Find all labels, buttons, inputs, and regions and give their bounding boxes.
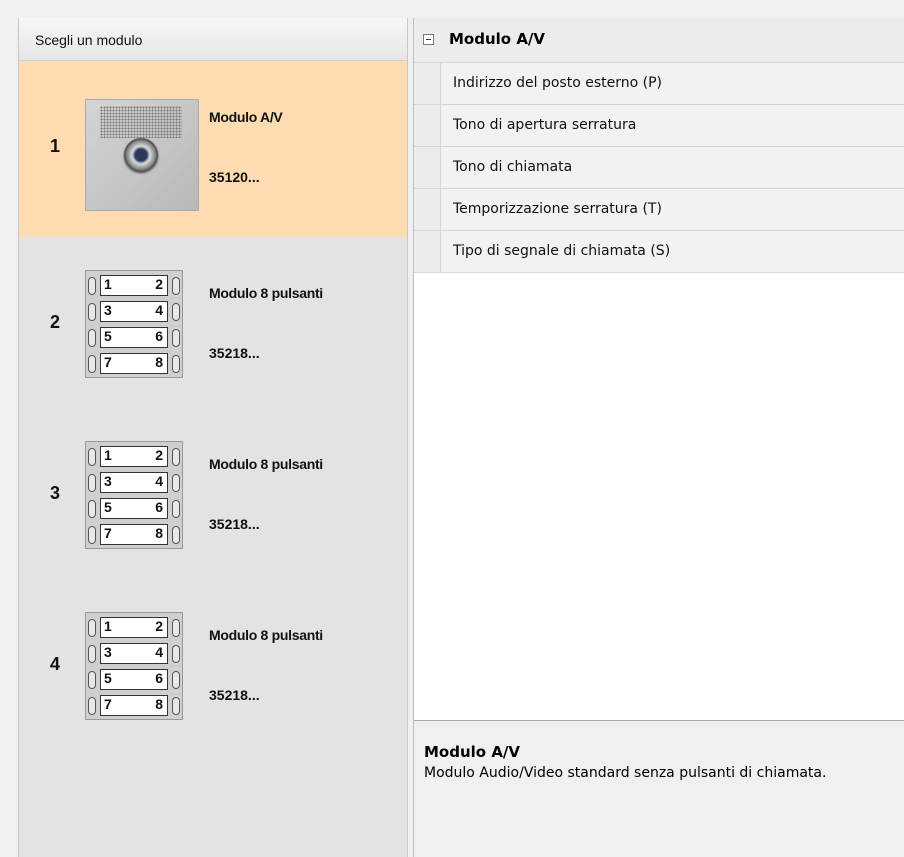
module-number: 1 <box>50 136 61 156</box>
button-label: 1 <box>104 276 112 292</box>
property-row[interactable]: Tono di chiamata <box>414 147 904 189</box>
eight-button-module-icon: 12 34 56 78 <box>85 270 183 378</box>
button-pair-row: 78 <box>86 351 182 376</box>
button-label: 7 <box>104 525 112 541</box>
audio-video-module-icon <box>85 99 199 211</box>
module-name: Modulo A/V <box>209 109 283 125</box>
module-code: 35120... <box>209 169 260 185</box>
property-row[interactable]: Temporizzazione serratura (T) <box>414 189 904 231</box>
property-grid: Modulo A/V Indirizzo del posto esterno (… <box>414 18 904 721</box>
button-label: 8 <box>155 525 163 541</box>
button-label: 5 <box>104 670 112 686</box>
property-row[interactable]: Indirizzo del posto esterno (P) <box>414 63 904 105</box>
button-label: 6 <box>155 328 163 344</box>
button-label: 1 <box>104 618 112 634</box>
button-label: 4 <box>155 473 163 489</box>
module-item-2[interactable]: 2 12 34 56 78 Modulo 8 pulsanti 35218... <box>19 237 407 413</box>
module-number: 4 <box>50 654 61 674</box>
button-label: 4 <box>155 644 163 660</box>
button-label: 3 <box>104 644 112 660</box>
button-pair-row: 34 <box>86 299 182 324</box>
description-text: Modulo Audio/Video standard senza pulsan… <box>424 765 827 781</box>
button-label: 6 <box>155 670 163 686</box>
button-label: 8 <box>155 354 163 370</box>
button-pair-row: 56 <box>86 496 182 521</box>
property-category-row[interactable]: Modulo A/V <box>414 18 904 63</box>
property-panel: Modulo A/V Indirizzo del posto esterno (… <box>413 18 904 857</box>
button-pair-row: 56 <box>86 667 182 692</box>
button-pair-row: 34 <box>86 470 182 495</box>
property-category-title: Modulo A/V <box>449 30 546 48</box>
button-label: 7 <box>104 696 112 712</box>
eight-button-module-icon: 12 34 56 78 <box>85 612 183 720</box>
button-label: 4 <box>155 302 163 318</box>
property-label: Tono di chiamata <box>453 159 573 175</box>
module-name: Modulo 8 pulsanti <box>209 627 323 643</box>
button-label: 8 <box>155 696 163 712</box>
module-item-3[interactable]: 3 12 34 56 78 Modulo 8 pulsanti 35218... <box>19 408 407 584</box>
button-label: 3 <box>104 473 112 489</box>
button-pair-row: 56 <box>86 325 182 350</box>
module-name: Modulo 8 pulsanti <box>209 456 323 472</box>
property-label: Tono di apertura serratura <box>453 117 637 133</box>
button-label: 5 <box>104 328 112 344</box>
module-list-title: Scegli un modulo <box>35 32 143 48</box>
module-number: 3 <box>50 483 61 503</box>
property-row[interactable]: Tipo di segnale di chiamata (S) <box>414 231 904 273</box>
button-label: 2 <box>155 276 163 292</box>
property-label: Tipo di segnale di chiamata (S) <box>453 243 671 259</box>
property-label: Indirizzo del posto esterno (P) <box>453 75 663 91</box>
button-label: 1 <box>104 447 112 463</box>
button-pair-row: 78 <box>86 522 182 547</box>
module-list-panel: Scegli un modulo 1 Modulo A/V 35120... 2… <box>18 18 408 857</box>
module-code: 35218... <box>209 345 260 361</box>
button-pair-row: 12 <box>86 444 182 469</box>
module-code: 35218... <box>209 687 260 703</box>
module-item-4[interactable]: 4 12 34 56 78 Modulo 8 pulsanti 35218... <box>19 579 407 755</box>
module-number: 2 <box>50 312 61 332</box>
button-label: 7 <box>104 354 112 370</box>
description-panel: Modulo A/V Modulo Audio/Video standard s… <box>414 721 904 857</box>
button-pair-row: 78 <box>86 693 182 718</box>
module-code: 35218... <box>209 516 260 532</box>
camera-lens-icon <box>124 138 158 172</box>
module-item-1[interactable]: 1 Modulo A/V 35120... <box>19 61 407 237</box>
module-name: Modulo 8 pulsanti <box>209 285 323 301</box>
module-list-header: Scegli un modulo <box>19 18 407 61</box>
property-row[interactable]: Tono di apertura serratura <box>414 105 904 147</box>
button-label: 3 <box>104 302 112 318</box>
button-pair-row: 34 <box>86 641 182 666</box>
description-title: Modulo A/V <box>424 743 521 761</box>
button-label: 2 <box>155 618 163 634</box>
button-pair-row: 12 <box>86 273 182 298</box>
speaker-grille <box>100 106 182 138</box>
eight-button-module-icon: 12 34 56 78 <box>85 441 183 549</box>
button-label: 5 <box>104 499 112 515</box>
property-label: Temporizzazione serratura (T) <box>453 201 662 217</box>
button-label: 6 <box>155 499 163 515</box>
button-label: 2 <box>155 447 163 463</box>
minus-box-icon[interactable] <box>423 34 434 45</box>
button-pair-row: 12 <box>86 615 182 640</box>
